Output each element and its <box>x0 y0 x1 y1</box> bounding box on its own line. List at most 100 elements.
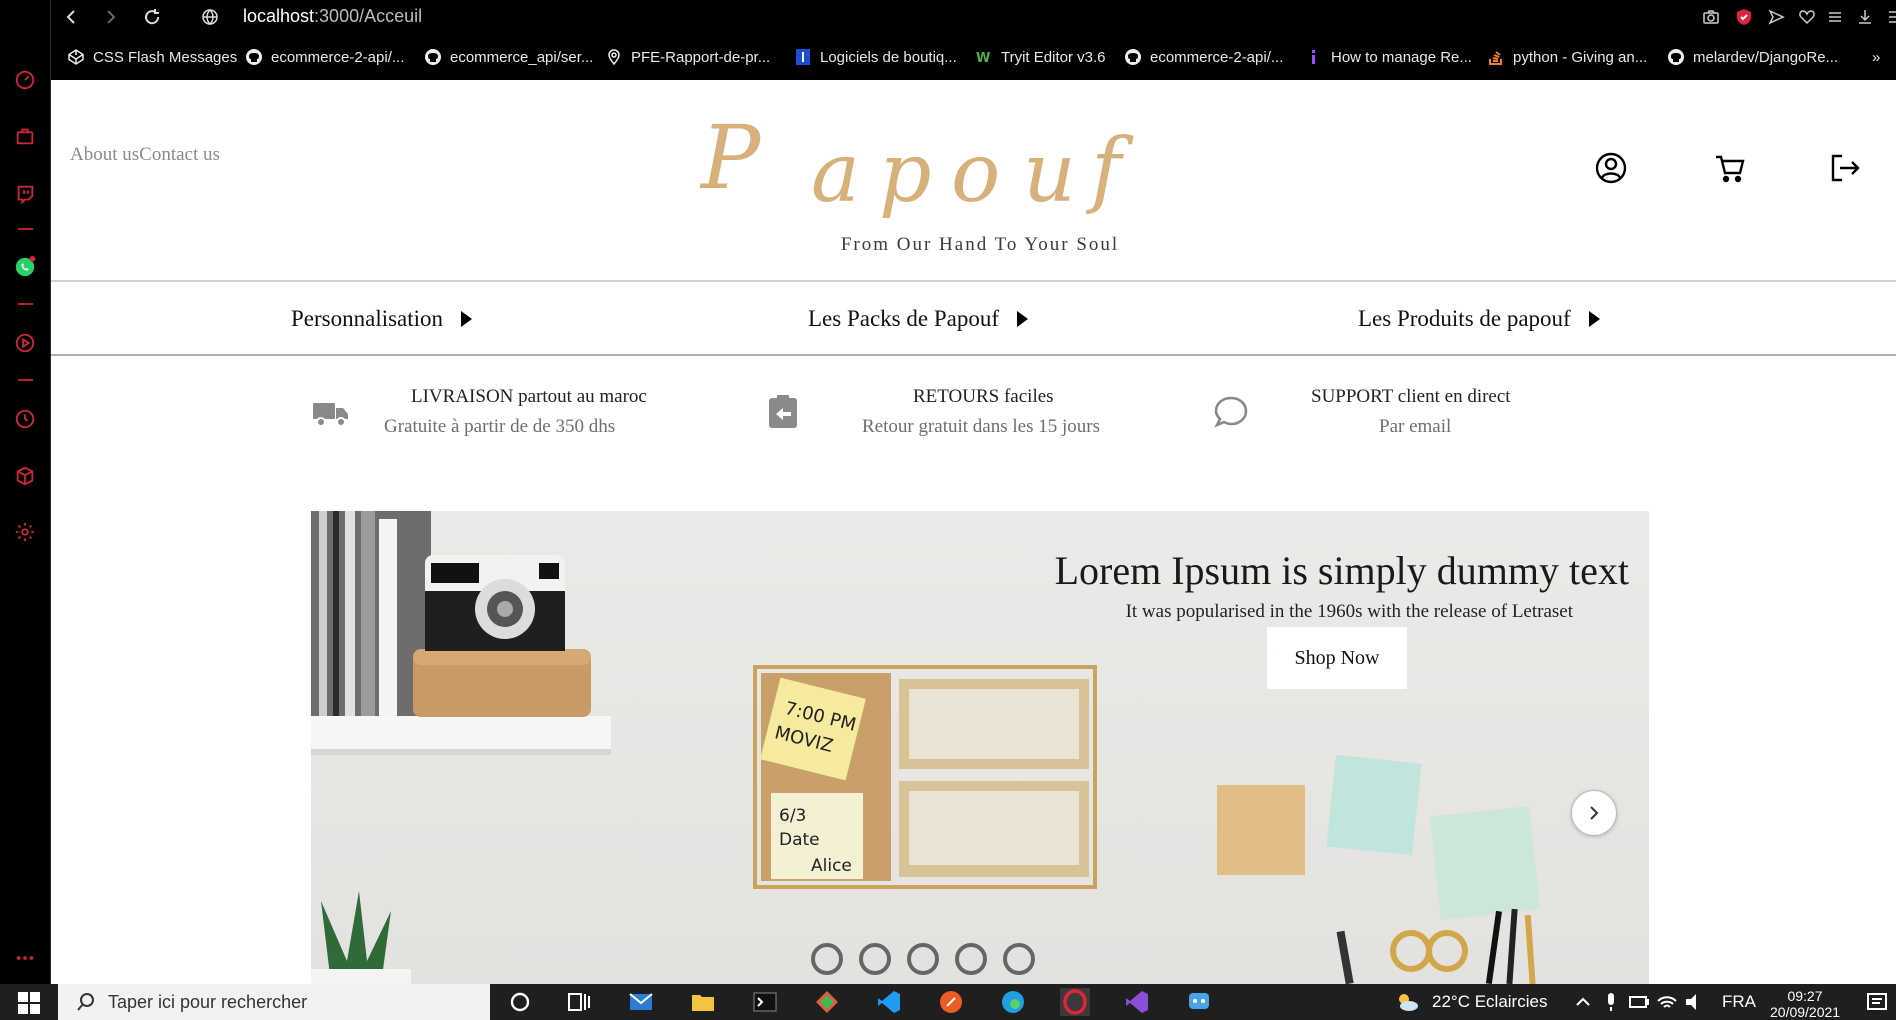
forward-icon[interactable] <box>97 4 123 30</box>
bookmark-item[interactable]: python - Giving an... <box>1487 44 1647 70</box>
site-info-globe-icon[interactable] <box>197 4 223 30</box>
visual-studio-icon[interactable] <box>1122 988 1152 1016</box>
player-icon[interactable] <box>11 329 39 357</box>
bookmark-item[interactable]: PFE-Rapport-de-pr... <box>605 44 770 70</box>
vscode-icon[interactable] <box>874 988 904 1016</box>
bookmark-item[interactable]: CSS Flash Messages <box>67 44 237 70</box>
cortana-icon[interactable] <box>505 988 535 1016</box>
truck-icon <box>311 394 351 430</box>
logo-letter: a <box>811 126 860 221</box>
caret-right-icon <box>1588 311 1600 327</box>
settings-gear-icon[interactable] <box>11 518 39 546</box>
weather-cloud-icon[interactable] <box>1392 988 1422 1016</box>
back-icon[interactable] <box>59 4 85 30</box>
reload-icon[interactable] <box>139 4 165 30</box>
github-icon <box>1124 48 1142 66</box>
bookmark-item[interactable]: W Tryit Editor v3.6 <box>975 44 1105 70</box>
bookmark-label: ecommerce-2-api/... <box>1150 48 1284 66</box>
category-produits[interactable]: Les Produits de papouf <box>1358 302 1600 336</box>
opera-sidebar <box>0 0 51 984</box>
shop-now-button[interactable]: Shop Now <box>1267 627 1407 689</box>
easy-setup-icon[interactable] <box>1824 6 1846 28</box>
banner-subtitle: It was popularised in the 1960s with the… <box>1125 601 1573 622</box>
flow-send-icon[interactable] <box>1765 6 1787 28</box>
chat-bubble-icon <box>1211 394 1251 430</box>
microphone-icon[interactable] <box>1596 988 1626 1016</box>
caret-right-icon <box>1017 311 1028 327</box>
about-contact-links[interactable]: About usContact us <box>70 144 220 166</box>
category-personnalisation[interactable]: Personnalisation <box>291 302 473 336</box>
cart-icon[interactable] <box>1712 150 1748 186</box>
more-options-icon[interactable] <box>11 944 39 972</box>
logo-letter: p <box>879 126 932 221</box>
task-view-icon[interactable] <box>564 988 594 1016</box>
bookmark-label: ecommerce-2-api/... <box>271 48 405 66</box>
taskbar-search-box[interactable]: Taper ici pour rechercher <box>58 984 490 1020</box>
category-packs[interactable]: Les Packs de Papouf <box>808 302 1028 336</box>
category-label: Les Produits de papouf <box>1358 306 1571 331</box>
twitch-icon[interactable] <box>11 180 39 208</box>
extensions-cube-icon[interactable] <box>11 462 39 490</box>
language-indicator[interactable]: FRA <box>1722 992 1756 1012</box>
clock-date: 20/09/2021 <box>1770 1004 1841 1020</box>
bookmark-label: CSS Flash Messages <box>93 48 238 66</box>
taskbar-clock[interactable]: 09:27 20/09/2021 <box>1770 988 1840 1020</box>
logo-letter: P <box>701 106 761 209</box>
opera-icon[interactable] <box>1060 988 1090 1016</box>
sticky-note-text: Alice <box>811 856 852 876</box>
my-flow-heart-icon[interactable] <box>1796 6 1818 28</box>
feature-subtitle: Gratuite à partir de de 350 dhs <box>384 416 616 437</box>
w3schools-icon: W <box>975 48 993 66</box>
sidebar-separator <box>18 379 33 381</box>
bookmark-item[interactable]: melardev/DjangoRe... <box>1667 44 1838 70</box>
logout-icon[interactable] <box>1827 150 1863 186</box>
tray-chevron-up-icon[interactable] <box>1568 988 1598 1016</box>
weather-text[interactable]: 22°C Eclaircies <box>1432 992 1547 1012</box>
bookmark-item[interactable]: ecommerce_api/ser... <box>424 44 593 70</box>
caret-right-icon <box>461 311 473 327</box>
postman-icon[interactable] <box>936 988 966 1016</box>
edge-icon[interactable] <box>998 988 1028 1016</box>
windows-taskbar: Taper ici pour rechercher 22°C Eclaircie… <box>0 984 1896 1020</box>
more-bookmarks-button[interactable]: » <box>1872 44 1880 70</box>
whatsapp-icon[interactable] <box>11 253 39 281</box>
map-pin-icon <box>605 48 623 66</box>
browser-toolbar: localhost:3000/Acceuil CSS Flash Message… <box>51 0 1896 80</box>
menu-lines-icon[interactable] <box>1883 6 1896 28</box>
papouf-logo[interactable]: P a p o u f <box>701 106 1261 221</box>
chevron-right-icon <box>1590 806 1599 820</box>
wifi-icon[interactable] <box>1652 988 1682 1016</box>
bookmark-item[interactable]: ecommerce-2-api/... <box>245 44 404 70</box>
shopping-bag-icon[interactable] <box>11 122 39 150</box>
volume-icon[interactable] <box>1680 988 1710 1016</box>
speed-dial-icon[interactable] <box>11 66 39 94</box>
search-icon <box>77 993 94 1011</box>
file-explorer-icon[interactable] <box>688 988 718 1016</box>
mail-icon[interactable] <box>626 988 656 1016</box>
notifications-icon[interactable] <box>1862 988 1892 1016</box>
carousel-next-button[interactable] <box>1571 790 1617 836</box>
logo-letter: u <box>1023 126 1076 221</box>
bookmark-label: Logiciels de boutiq... <box>820 48 957 66</box>
bookmark-item[interactable]: ecommerce-2-api/... <box>1124 44 1283 70</box>
svg-text:W: W <box>976 51 990 66</box>
chat-app-icon[interactable] <box>1184 988 1214 1016</box>
category-label: Les Packs de Papouf <box>808 306 999 331</box>
bookmark-label: How to manage Re... <box>1331 48 1472 66</box>
history-icon[interactable] <box>11 405 39 433</box>
bookmark-item[interactable]: Logiciels de boutiq... <box>794 44 957 70</box>
snapshot-camera-icon[interactable] <box>1700 6 1722 28</box>
terminal-icon[interactable] <box>750 988 780 1016</box>
logo-letter: f <box>1091 122 1122 217</box>
bookmark-item[interactable]: How to manage Re... <box>1305 44 1472 70</box>
windows-start-icon[interactable] <box>18 992 40 1014</box>
github-icon <box>424 48 442 66</box>
download-icon[interactable] <box>1854 6 1876 28</box>
info-icon <box>1305 48 1323 66</box>
git-kraken-icon[interactable] <box>812 988 842 1016</box>
adblock-shield-icon[interactable] <box>1733 6 1755 28</box>
bookmark-label: python - Giving an... <box>1513 48 1648 66</box>
address-bar[interactable]: localhost:3000/Acceuil <box>243 6 422 27</box>
user-account-icon[interactable] <box>1593 150 1629 186</box>
battery-icon[interactable] <box>1624 988 1654 1016</box>
